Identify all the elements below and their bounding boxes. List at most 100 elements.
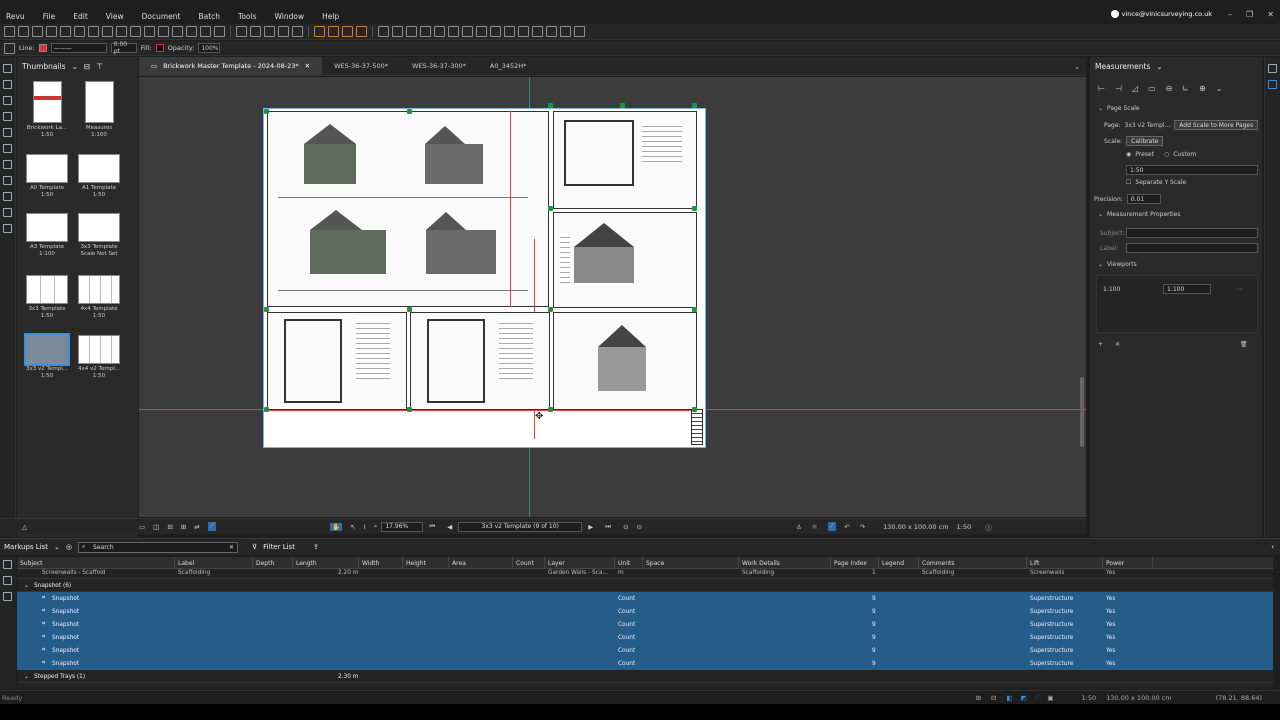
drawing-sheet[interactable] [263, 103, 706, 448]
viewport-section[interactable] [553, 212, 697, 308]
column-page-index[interactable]: Page Index [831, 557, 879, 569]
sets-icon[interactable] [3, 576, 12, 585]
sync-icon[interactable]: ▣ [1047, 694, 1053, 702]
tool-icon[interactable] [4, 42, 15, 54]
add-scale-button[interactable]: Add Scale to More Pages [1174, 120, 1259, 130]
column-lift[interactable]: Lift [1027, 557, 1103, 569]
tool-icon[interactable] [532, 26, 543, 37]
group-row-stepped-trays[interactable]: ⌄ Stepped Trays (1) 2.30 m [17, 670, 1273, 683]
line-color-swatch[interactable] [38, 44, 47, 52]
column-legend[interactable]: Legend [879, 557, 919, 569]
collapse-panel-icon[interactable]: ‹ [1271, 543, 1274, 551]
vertical-scrollbar[interactable] [1080, 377, 1084, 447]
clear-search-icon[interactable]: ✕ [229, 544, 234, 551]
tab-a0-3452h[interactable]: A0_3452H* [478, 57, 539, 75]
flip-icon[interactable] [560, 26, 571, 37]
markup-tool-icon[interactable] [328, 26, 339, 37]
viewport-first-plan[interactable] [410, 312, 550, 410]
menu-help[interactable]: Help [313, 12, 348, 21]
ellipse-tool-icon[interactable] [342, 26, 353, 37]
column-height[interactable]: Height [403, 557, 449, 569]
table-row[interactable]: Screenwalls - Scaffold Scaffolding 2.20 … [17, 569, 1273, 579]
align-icon[interactable] [476, 26, 487, 37]
document-canvas[interactable]: ✥ [139, 77, 1086, 517]
arrow-tool-icon[interactable] [264, 26, 275, 37]
opacity-input[interactable]: 100% [198, 43, 221, 53]
chevron-down-icon[interactable]: ⌄ [1068, 63, 1086, 75]
tool-icon[interactable] [116, 26, 127, 37]
table-row[interactable]: ⌗ Snapshot Count 9 Superstructure Yes [17, 592, 1273, 605]
column-space[interactable]: Space [643, 557, 739, 569]
measurement-properties-header[interactable]: ⌄ Measurement Properties [1098, 211, 1180, 218]
viewport-section-2[interactable] [553, 312, 697, 410]
close-icon[interactable]: ✕ [1267, 10, 1274, 19]
thumbnail-page-selected[interactable]: 3x3 v2 Templ... 1:50 [22, 333, 72, 380]
calibrate-button[interactable]: Calibrate [1126, 136, 1164, 146]
thumbnail-page[interactable]: Measures 1:100 [74, 81, 124, 139]
thumbnail-page[interactable]: 3x3 Template 1:50 [22, 275, 72, 320]
column-unit[interactable]: Unit [615, 557, 643, 569]
markup-tool-icon[interactable] [314, 26, 325, 37]
page-selector[interactable]: 3x3 v2 Template (9 of 10) [458, 521, 583, 532]
menu-window[interactable]: Window [266, 12, 314, 21]
prev-page-icon[interactable]: ◀ [447, 523, 452, 531]
table-row[interactable]: ⌗ Snapshot Count 9 Superstructure Yes [17, 644, 1273, 657]
tool-icon[interactable] [18, 26, 29, 37]
thumbnail-page[interactable]: A3 Template 1:100 [22, 213, 72, 258]
more-options-icon[interactable]: ⋯ [1237, 286, 1243, 293]
menu-document[interactable]: Document [133, 12, 190, 21]
next-page-icon[interactable]: ▶ [588, 523, 593, 531]
snap-to-grid-icon[interactable]: ⊟ [991, 694, 996, 702]
line-style-select[interactable]: ——— [50, 43, 107, 53]
tool-icon[interactable] [546, 26, 557, 37]
table-row[interactable]: ⌗ Snapshot Count 9 Superstructure Yes [17, 605, 1273, 618]
undo-icon[interactable]: ↶ [844, 523, 849, 531]
line-width-input[interactable]: 0.00 pt [110, 41, 137, 55]
tag-panel-icon[interactable] [3, 176, 12, 185]
precision-select[interactable]: 0.01 [1126, 194, 1161, 204]
selection-handle[interactable] [692, 103, 697, 108]
target-icon[interactable] [504, 26, 515, 37]
last-page-icon[interactable]: ⏭ [605, 522, 611, 531]
selection-handle[interactable] [692, 307, 697, 312]
forms-panel-icon[interactable] [3, 224, 12, 233]
layers-panel-icon[interactable] [3, 96, 12, 105]
viewports-header[interactable]: ⌄ Viewports [1098, 261, 1137, 268]
close-tab-icon[interactable]: ✕ [305, 62, 310, 70]
table-row[interactable]: ⌗ Snapshot Count 9 Superstructure Yes [17, 618, 1273, 631]
tool-icon[interactable] [144, 26, 155, 37]
tool-icon[interactable] [186, 26, 197, 37]
visibility-icon[interactable]: ◎ [66, 543, 72, 551]
align-icon[interactable] [448, 26, 459, 37]
sync-icon[interactable]: ⇄ [194, 523, 199, 531]
markup-tool-icon[interactable] [356, 26, 367, 37]
fill-color-swatch[interactable] [155, 44, 164, 52]
column-power[interactable]: Power [1103, 557, 1153, 569]
tab-wes-300[interactable]: WES-36-37-300* [400, 57, 478, 75]
first-page-icon[interactable]: ⏮ [429, 522, 435, 531]
volume-tool-icon[interactable]: ⊖ [1166, 84, 1173, 93]
signatures-panel-icon[interactable] [3, 160, 12, 169]
filter-icon[interactable]: ⊽ [252, 543, 257, 551]
thumbnail-page[interactable]: Brickwork La... 1:50 [22, 81, 72, 139]
tool-icon[interactable] [172, 26, 183, 37]
selection-handle[interactable] [264, 307, 269, 312]
menu-batch[interactable]: Batch [189, 12, 229, 21]
chevron-down-icon[interactable]: ⌄ [72, 62, 78, 71]
polylength-tool-icon[interactable]: ⊣ [1115, 84, 1122, 93]
column-work-details[interactable]: Work Details [739, 557, 831, 569]
menu-edit[interactable]: Edit [64, 12, 97, 21]
tool-icon[interactable] [130, 26, 141, 37]
person-icon[interactable]: ♙ [796, 523, 802, 531]
thumbnail-page[interactable]: 4x4 Template 1:50 [74, 275, 124, 320]
markups-icon[interactable] [3, 560, 12, 569]
table-row[interactable]: ⌗ Snapshot Count 9 Superstructure Yes [17, 631, 1273, 644]
snap-markup-icon[interactable]: ◩ [1021, 694, 1027, 702]
snap-icon[interactable]: ⟋ [827, 522, 837, 531]
align-icon[interactable] [392, 26, 403, 37]
polyline-tool-icon[interactable] [250, 26, 261, 37]
flip-icon[interactable] [574, 26, 585, 37]
separate-y-checkbox[interactable]: ☐ [1126, 179, 1131, 186]
info-icon[interactable]: ⓘ [985, 522, 992, 532]
align-icon[interactable] [462, 26, 473, 37]
